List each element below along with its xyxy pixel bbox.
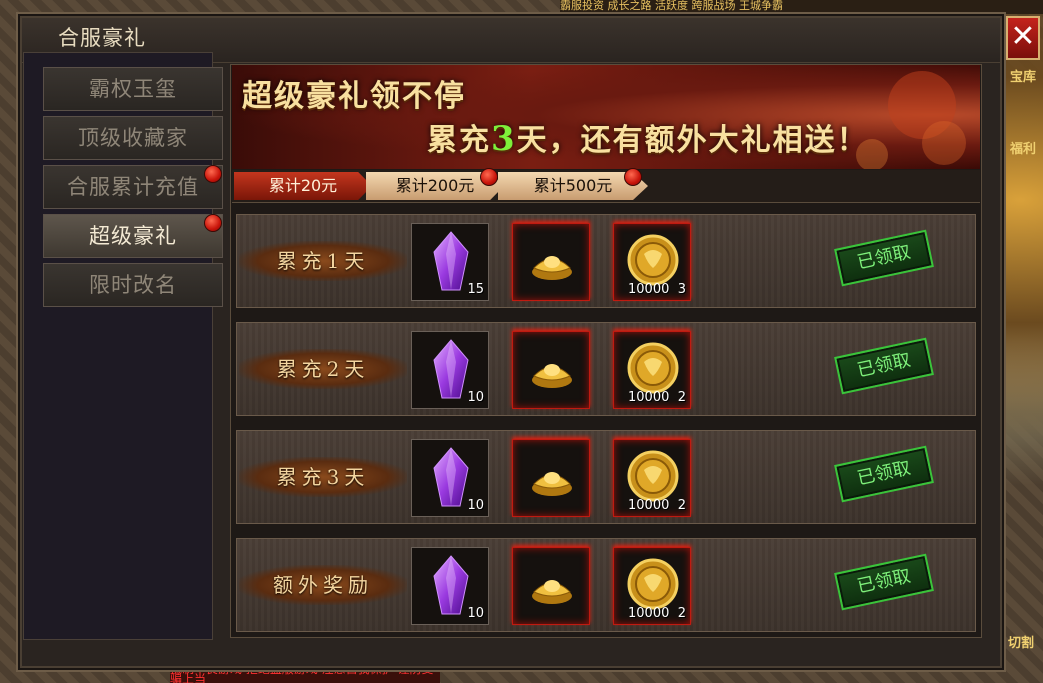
coin-count: 3 bbox=[677, 282, 686, 297]
banner-subtitle: 累充3天，还有额外大礼相送！ bbox=[427, 119, 869, 159]
reward-slot-crystal[interactable]: 10 bbox=[411, 439, 489, 517]
coin-amount: 10000 bbox=[628, 606, 670, 621]
claimed-stamp: 已领取 bbox=[834, 553, 934, 611]
reward-slot-coin[interactable]: 10000 2 bbox=[613, 439, 691, 517]
gold-ingot-icon bbox=[513, 440, 589, 522]
reward-slot-crystal[interactable]: 15 bbox=[411, 223, 489, 301]
crystal-count: 10 bbox=[467, 498, 484, 513]
reward-slot-crystal[interactable]: 10 bbox=[411, 547, 489, 625]
reward-row: 额外奖励 10 10000 2 已领取 bbox=[236, 538, 976, 632]
reward-row-label: 额外奖励 bbox=[239, 565, 407, 605]
reward-row-label: 累充2天 bbox=[239, 349, 407, 389]
gold-ingot-icon bbox=[513, 224, 589, 306]
gold-ingot-icon bbox=[513, 332, 589, 414]
reward-row-label: 累充3天 bbox=[239, 457, 407, 497]
sidebar-item-rename[interactable]: 限时改名 bbox=[43, 263, 223, 307]
reward-slot-coin[interactable]: 10000 3 bbox=[613, 223, 691, 301]
notification-dot bbox=[204, 214, 222, 232]
scene-label-welfare[interactable]: 福利 bbox=[1010, 138, 1036, 157]
scene-label-cut[interactable]: 切割 bbox=[1008, 632, 1034, 651]
sidebar-item-top-collector[interactable]: 顶级收藏家 bbox=[43, 116, 223, 160]
close-button[interactable]: ✕ bbox=[1006, 16, 1040, 60]
crystal-count: 15 bbox=[467, 282, 484, 297]
sidebar-item-imperial-seal[interactable]: 霸权玉玺 bbox=[43, 67, 223, 111]
reward-slot-ingot[interactable] bbox=[512, 547, 590, 625]
scene-label-treasury[interactable]: 宝库 bbox=[1010, 66, 1036, 85]
coin-count: 2 bbox=[677, 498, 686, 513]
notification-dot bbox=[204, 165, 222, 183]
crystal-count: 10 bbox=[467, 606, 484, 621]
coin-amount: 10000 bbox=[628, 498, 670, 513]
reward-slot-coin[interactable]: 10000 2 bbox=[613, 547, 691, 625]
banner-highlight-days: 3 bbox=[491, 119, 517, 159]
crystal-count: 10 bbox=[467, 390, 484, 405]
sidebar-item-super-gift[interactable]: 超级豪礼 bbox=[43, 214, 223, 258]
promo-banner: 超级豪礼领不停 累充3天，还有额外大礼相送！ bbox=[232, 65, 980, 169]
reward-slot-ingot[interactable] bbox=[512, 439, 590, 517]
notification-dot bbox=[480, 168, 498, 186]
reward-slot-ingot[interactable] bbox=[512, 331, 590, 409]
banner-title: 超级豪礼领不停 bbox=[242, 79, 466, 114]
reward-slot-ingot[interactable] bbox=[512, 223, 590, 301]
claimed-stamp: 已领取 bbox=[834, 229, 934, 287]
dialog-title: 合服豪礼 bbox=[58, 26, 146, 50]
claimed-stamp: 已领取 bbox=[834, 337, 934, 395]
coin-count: 2 bbox=[677, 606, 686, 621]
coin-amount: 10000 bbox=[628, 390, 670, 405]
gold-ingot-icon bbox=[513, 548, 589, 630]
reward-slot-coin[interactable]: 10000 2 bbox=[613, 331, 691, 409]
notification-dot bbox=[624, 168, 642, 186]
reward-row: 累充3天 10 10000 2 已领取 bbox=[236, 430, 976, 524]
claimed-stamp: 已领取 bbox=[834, 445, 934, 503]
reward-row: 累充1天 15 10000 3 已领取 bbox=[236, 214, 976, 308]
coin-amount: 10000 bbox=[628, 282, 670, 297]
reward-slot-crystal[interactable]: 10 bbox=[411, 331, 489, 409]
tab-total-20[interactable]: 累计20元 bbox=[234, 172, 372, 200]
reward-row: 累充2天 10 10000 2 已领取 bbox=[236, 322, 976, 416]
sidebar-item-merge-recharge[interactable]: 合服累计充值 bbox=[43, 165, 223, 209]
reward-row-label: 累充1天 bbox=[239, 241, 407, 281]
coin-count: 2 bbox=[677, 390, 686, 405]
